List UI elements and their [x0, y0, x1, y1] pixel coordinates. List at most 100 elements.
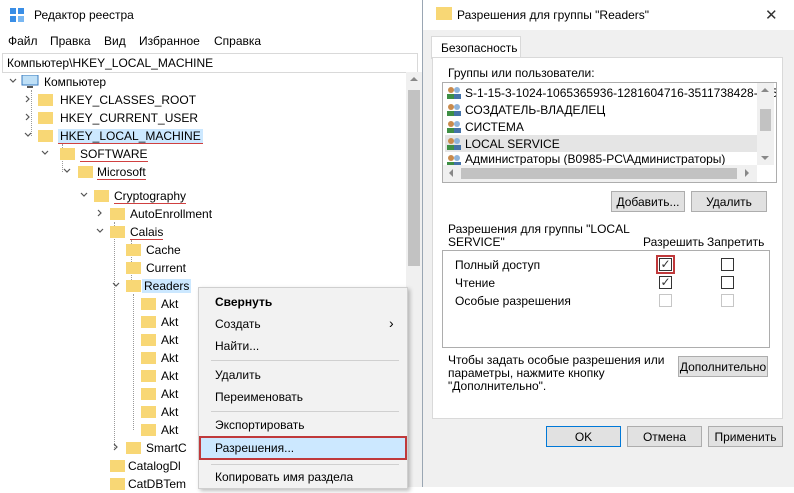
ok-button[interactable]: OK — [546, 426, 621, 447]
list-item[interactable]: СОЗДАТЕЛЬ-ВЛАДЕЛЕЦ — [445, 101, 757, 118]
tree-label: SOFTWARE — [80, 147, 148, 162]
tree-label: HKEY_CURRENT_USER — [60, 111, 199, 125]
permissions-table: Полный доступ ✓ Чтение ✓ Особые разрешен… — [442, 250, 770, 348]
tree-label: Cache — [146, 243, 181, 257]
check-icon: ✓ — [660, 257, 671, 271]
folder-icon — [60, 148, 75, 160]
close-icon[interactable]: ✕ — [765, 6, 778, 24]
submenu-arrow-icon: › — [389, 315, 394, 331]
user-group-icon — [447, 87, 461, 99]
allow-read-checkbox[interactable]: ✓ — [659, 276, 672, 289]
menu-item-delete[interactable]: Удалить — [199, 364, 407, 386]
tree-label: AutoEnrollment — [130, 207, 213, 221]
groups-label: Группы или пользователи: — [448, 66, 595, 80]
address-text: Компьютер\HKEY_LOCAL_MACHINE — [7, 56, 214, 70]
remove-button[interactable]: Удалить — [691, 191, 767, 212]
menu-item-collapse[interactable]: Свернуть — [199, 291, 407, 313]
user-name: СОЗДАТЕЛЬ-ВЛАДЕЛЕЦ — [465, 103, 606, 117]
tree-label: Akt — [161, 333, 179, 347]
dialog-titlebar: Разрешения для группы "Readers" ✕ — [423, 0, 794, 30]
list-item[interactable]: СИСТЕМА — [445, 118, 757, 135]
menu-item-export[interactable]: Экспортировать — [199, 414, 407, 436]
menu-item-rename[interactable]: Переименовать — [199, 386, 407, 408]
tree-label: Akt — [161, 351, 179, 365]
chevron-down-icon[interactable] — [62, 166, 72, 176]
folder-icon — [38, 94, 53, 106]
tab-label: Безопасность — [441, 41, 518, 55]
users-vscrollbar[interactable] — [757, 83, 774, 165]
cancel-button-label: Отмена — [642, 430, 687, 444]
deny-full-control-checkbox[interactable] — [721, 258, 734, 271]
folder-icon — [141, 334, 156, 346]
menu-file[interactable]: Файл — [8, 34, 38, 48]
scroll-up-icon[interactable] — [410, 75, 418, 83]
tree-label: Akt — [161, 387, 179, 401]
registry-titlebar: Редактор реестра — [0, 0, 422, 30]
advanced-button[interactable]: Дополнительно — [678, 356, 768, 377]
folder-icon — [141, 316, 156, 328]
permission-name: Чтение — [455, 276, 496, 290]
tab-security[interactable]: Безопасность — [431, 36, 521, 59]
chevron-down-icon[interactable] — [111, 280, 121, 290]
chevron-down-icon[interactable] — [40, 148, 50, 158]
scroll-left-icon[interactable] — [447, 169, 455, 177]
chevron-down-icon[interactable] — [8, 76, 18, 86]
tree-scrollbar[interactable] — [406, 72, 422, 487]
apply-button-label: Применить — [714, 430, 777, 444]
deny-read-checkbox[interactable] — [721, 276, 734, 289]
tree-label: Microsoft — [97, 165, 146, 180]
scroll-up-icon[interactable] — [761, 86, 769, 94]
add-button[interactable]: Добавить... — [611, 191, 685, 212]
list-item[interactable]: S-1-15-3-1024-1065365936-1281604716-3511… — [445, 84, 776, 101]
menu-edit[interactable]: Правка — [50, 34, 91, 48]
folder-icon — [141, 388, 156, 400]
chevron-right-icon[interactable] — [23, 112, 33, 122]
chevron-right-icon[interactable] — [95, 208, 105, 218]
add-button-label: Добавить... — [616, 195, 680, 209]
users-listbox[interactable]: S-1-15-3-1024-1065365936-1281604716-3511… — [442, 82, 777, 183]
tree-label: CatDBTem — [128, 477, 187, 491]
allow-special-checkbox — [659, 294, 672, 307]
tree-guide — [133, 294, 134, 430]
chevron-right-icon[interactable] — [111, 442, 121, 452]
scroll-right-icon[interactable] — [743, 169, 751, 177]
list-item-selected[interactable]: LOCAL SERVICE — [445, 135, 757, 152]
menu-item-permissions[interactable]: Разрешения... — [199, 436, 407, 460]
permissions-label-line1: Разрешения для группы "LOCAL — [448, 222, 630, 236]
cancel-button[interactable]: Отмена — [627, 426, 702, 447]
menu-item-copy-key-name[interactable]: Копировать имя раздела — [199, 466, 407, 488]
menu-item-find[interactable]: Найти... — [199, 335, 407, 357]
menu-item-create[interactable]: Создать › — [199, 313, 407, 335]
folder-icon — [126, 442, 141, 454]
allow-full-control-checkbox[interactable]: ✓ — [656, 255, 675, 274]
tree-label: SmartC — [146, 441, 187, 455]
scrollbar-thumb[interactable] — [760, 109, 771, 131]
address-bar[interactable]: Компьютер\HKEY_LOCAL_MACHINE — [2, 53, 418, 73]
user-name: S-1-15-3-1024-1065365936-1281604716-3511… — [465, 86, 777, 100]
folder-icon — [38, 130, 53, 142]
scrollbar-thumb[interactable] — [461, 168, 737, 179]
tree-label: HKEY_LOCAL_MACHINE — [58, 129, 203, 144]
scrollbar-thumb[interactable] — [408, 90, 420, 266]
user-name: СИСТЕМА — [465, 120, 524, 134]
list-item[interactable]: Администраторы (B0985-PC\Администраторы) — [445, 152, 757, 165]
advanced-note-line1: Чтобы задать особые разрешения или — [448, 353, 665, 367]
menu-help[interactable]: Справка — [214, 34, 261, 48]
menu-item-label: Разрешения... — [215, 441, 295, 455]
apply-button[interactable]: Применить — [708, 426, 783, 447]
folder-icon — [141, 406, 156, 418]
menu-favorites[interactable]: Избранное — [139, 34, 200, 48]
chevron-right-icon[interactable] — [23, 94, 33, 104]
tree-label: Akt — [161, 297, 179, 311]
permissions-dialog: Разрешения для группы "Readers" ✕ Безопа… — [422, 0, 794, 487]
folder-icon — [141, 352, 156, 364]
users-hscrollbar[interactable] — [443, 165, 757, 182]
menu-view[interactable]: Вид — [104, 34, 126, 48]
check-icon: ✓ — [660, 275, 671, 289]
advanced-button-label: Дополнительно — [679, 360, 767, 374]
chevron-down-icon[interactable] — [95, 226, 105, 236]
scroll-down-icon[interactable] — [761, 154, 769, 162]
chevron-down-icon[interactable] — [79, 190, 89, 200]
menu-separator — [211, 464, 399, 465]
chevron-down-icon[interactable] — [23, 130, 33, 140]
